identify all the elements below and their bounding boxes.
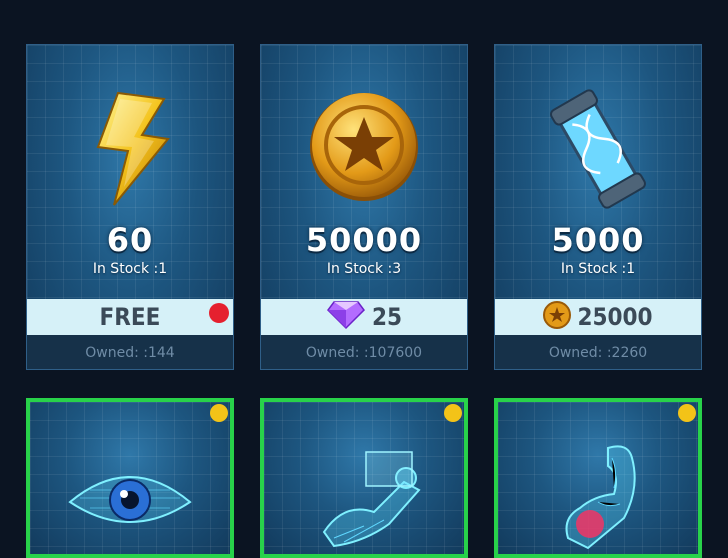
- item-amount: 5000: [551, 221, 645, 259]
- price-label: 25000: [577, 303, 653, 331]
- upgrade-card-flight[interactable]: [260, 398, 468, 558]
- price-label: 25: [371, 303, 403, 331]
- upgrade-card-strength[interactable]: [494, 398, 702, 558]
- lightning-icon: [27, 89, 233, 209]
- item-stock: In Stock :3: [326, 261, 402, 277]
- upgrade-card-eye[interactable]: [26, 398, 234, 558]
- notification-dot: [444, 404, 462, 422]
- eye-hologram-icon: [30, 442, 230, 542]
- flying-hero-hologram-icon: [264, 442, 464, 552]
- item-amount: 60: [106, 221, 154, 259]
- notification-dot: [210, 404, 228, 422]
- flexing-arm-hologram-icon: [498, 438, 698, 554]
- price-button[interactable]: 25: [261, 299, 467, 335]
- item-stock: In Stock :1: [92, 261, 168, 277]
- shop-card-dna[interactable]: 5000 In Stock :1 25000 Owned: :2260: [494, 44, 702, 370]
- notification-dot: [209, 303, 229, 323]
- coin-icon: [543, 301, 572, 333]
- price-button[interactable]: 25000: [495, 299, 701, 335]
- shop-card-coins[interactable]: 50000 In Stock :3 25 Owned: :107600: [260, 44, 468, 370]
- price-button[interactable]: FREE: [27, 299, 233, 335]
- gem-icon: [326, 300, 366, 334]
- owned-label: Owned: :144: [27, 335, 233, 369]
- dna-canister-icon: [495, 89, 701, 209]
- owned-label: Owned: :107600: [261, 335, 467, 369]
- shop-card-energy[interactable]: 60 In Stock :1 FREE Owned: :144: [26, 44, 234, 370]
- price-label: FREE: [99, 303, 161, 331]
- notification-dot: [678, 404, 696, 422]
- owned-label: Owned: :2260: [495, 335, 701, 369]
- star-coin-icon: [261, 89, 467, 209]
- item-stock: In Stock :1: [560, 261, 636, 277]
- item-amount: 50000: [305, 221, 423, 259]
